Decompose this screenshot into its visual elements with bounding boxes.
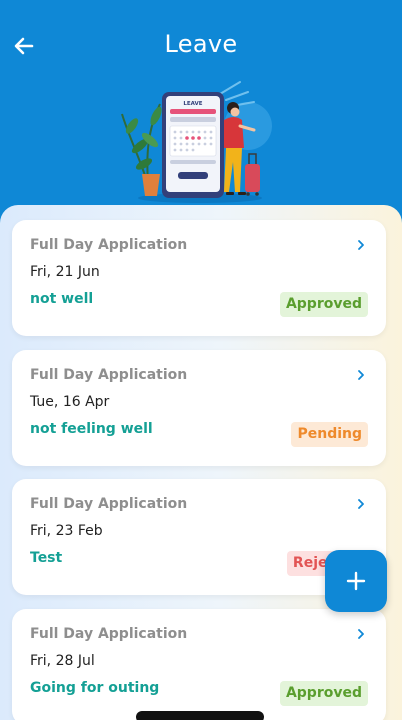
leave-card[interactable]: Full Day Application Fri, 28 Jul Going f… <box>12 609 386 720</box>
page-title: Leave <box>164 30 238 58</box>
leave-type: Full Day Application <box>30 626 188 642</box>
leave-illustration: LEAVE <box>121 81 272 203</box>
leave-card[interactable]: Full Day Application Tue, 16 Apr not fee… <box>12 350 386 466</box>
leave-list: Full Day Application Fri, 21 Jun not wel… <box>0 205 402 720</box>
chevron-right-icon[interactable] <box>356 628 366 640</box>
illustration-screen-label: LEAVE <box>183 101 202 107</box>
leave-date: Tue, 16 Apr <box>30 394 110 410</box>
leave-card[interactable]: Full Day Application Fri, 21 Jun not wel… <box>12 220 386 336</box>
status-badge: Pending <box>291 422 368 447</box>
add-leave-button[interactable] <box>325 550 387 612</box>
plus-icon <box>346 571 366 591</box>
leave-type: Full Day Application <box>30 237 188 253</box>
home-indicator <box>136 711 264 720</box>
leave-reason: not feeling well <box>30 421 153 437</box>
leave-reason: Test <box>30 550 63 566</box>
leave-type: Full Day Application <box>30 367 188 383</box>
leave-date: Fri, 21 Jun <box>30 264 100 280</box>
header: Leave LEAVE <box>0 0 402 215</box>
chevron-right-icon[interactable] <box>356 369 366 381</box>
leave-reason: Going for outing <box>30 680 160 696</box>
leave-reason: not well <box>30 291 94 307</box>
status-badge: Approved <box>279 292 368 317</box>
leave-date: Fri, 23 Feb <box>30 523 103 539</box>
leave-type: Full Day Application <box>30 496 188 512</box>
status-badge: Approved <box>279 681 368 706</box>
chevron-right-icon[interactable] <box>356 239 366 251</box>
leave-date: Fri, 28 Jul <box>30 653 95 669</box>
chevron-right-icon[interactable] <box>356 498 366 510</box>
